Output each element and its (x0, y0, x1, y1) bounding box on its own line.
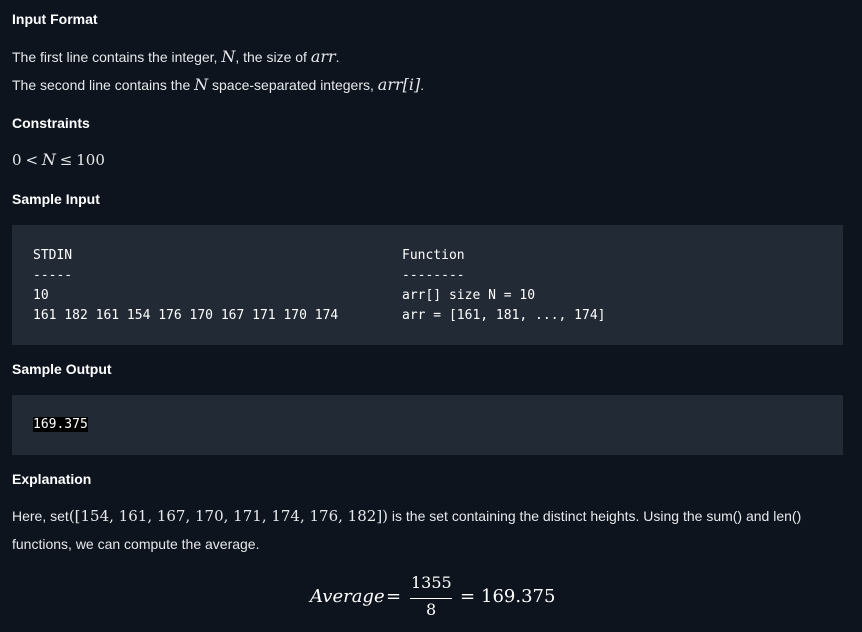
function-rule: -------- (402, 268, 465, 283)
input-format-line-1: The first line contains the integer, N, … (12, 47, 340, 66)
math-var-arr: arr (377, 75, 403, 94)
formula-equals-2: = (460, 586, 476, 607)
math-less-equal: ≤ (59, 151, 73, 169)
text: The first line contains the integer, (12, 49, 222, 65)
math-var-arr: arr (310, 47, 336, 66)
formula-denominator: 8 (426, 600, 437, 619)
sample-output-heading: Sample Output (12, 361, 112, 377)
function-line-2: arr = [161, 181, ..., 174] (402, 308, 606, 323)
constraints-heading: Constraints (12, 115, 90, 131)
explanation-line-2: functions, we can compute the average. (12, 536, 260, 552)
sample-output-codebox: 169.375 (12, 395, 843, 455)
sample-output-value: 169.375 (33, 417, 88, 432)
formula-equals-1: = (386, 586, 402, 607)
formula-numerator: 1355 (411, 573, 452, 592)
math-var-n: N (41, 150, 56, 169)
explanation-line-1: Here, set([154, 161, 167, 170, 171, 174,… (12, 507, 801, 525)
text: The second line contains the (12, 77, 195, 93)
math-var-n: N (194, 75, 209, 94)
text: space-separated integers, (208, 77, 378, 93)
math-zero: 0 (12, 151, 22, 169)
input-format-line-2: The second line contains the N space-sep… (12, 75, 424, 94)
math-index: [i] (402, 75, 421, 94)
stdin-label: STDIN (33, 248, 73, 263)
average-formula: Average = 1355 8 = 169.375 (0, 570, 862, 620)
function-line-1: arr[] size N = 10 (402, 288, 536, 303)
input-format-heading: Input Format (12, 11, 98, 27)
stdin-line-1: 10 (33, 288, 49, 303)
sample-input-codebox: STDIN ----- 10 161 182 161 154 176 170 1… (12, 225, 843, 345)
stdin-rule: ----- (33, 268, 73, 283)
constraint-formula: 0 < N ≤ 100 (12, 150, 105, 169)
text: . (420, 77, 425, 93)
function-label: Function (402, 248, 465, 263)
text: . (335, 49, 340, 65)
text: , the size of (235, 49, 311, 65)
math-less-than: < (25, 151, 39, 169)
sample-input-heading: Sample Input (12, 191, 100, 207)
text: Here, set (12, 508, 69, 524)
fraction-bar (410, 598, 452, 599)
math-max: 100 (76, 151, 105, 169)
stdin-line-2: 161 182 161 154 176 170 167 171 170 174 (33, 308, 339, 323)
explanation-heading: Explanation (12, 471, 92, 487)
text: is the set containing the distinct heigh… (388, 508, 802, 524)
math-var-n: N (221, 47, 236, 66)
formula-lhs: Average (310, 586, 385, 607)
math-set: ([154, 161, 167, 170, 171, 174, 176, 182… (68, 507, 389, 525)
formula-result: 169.375 (481, 586, 556, 607)
